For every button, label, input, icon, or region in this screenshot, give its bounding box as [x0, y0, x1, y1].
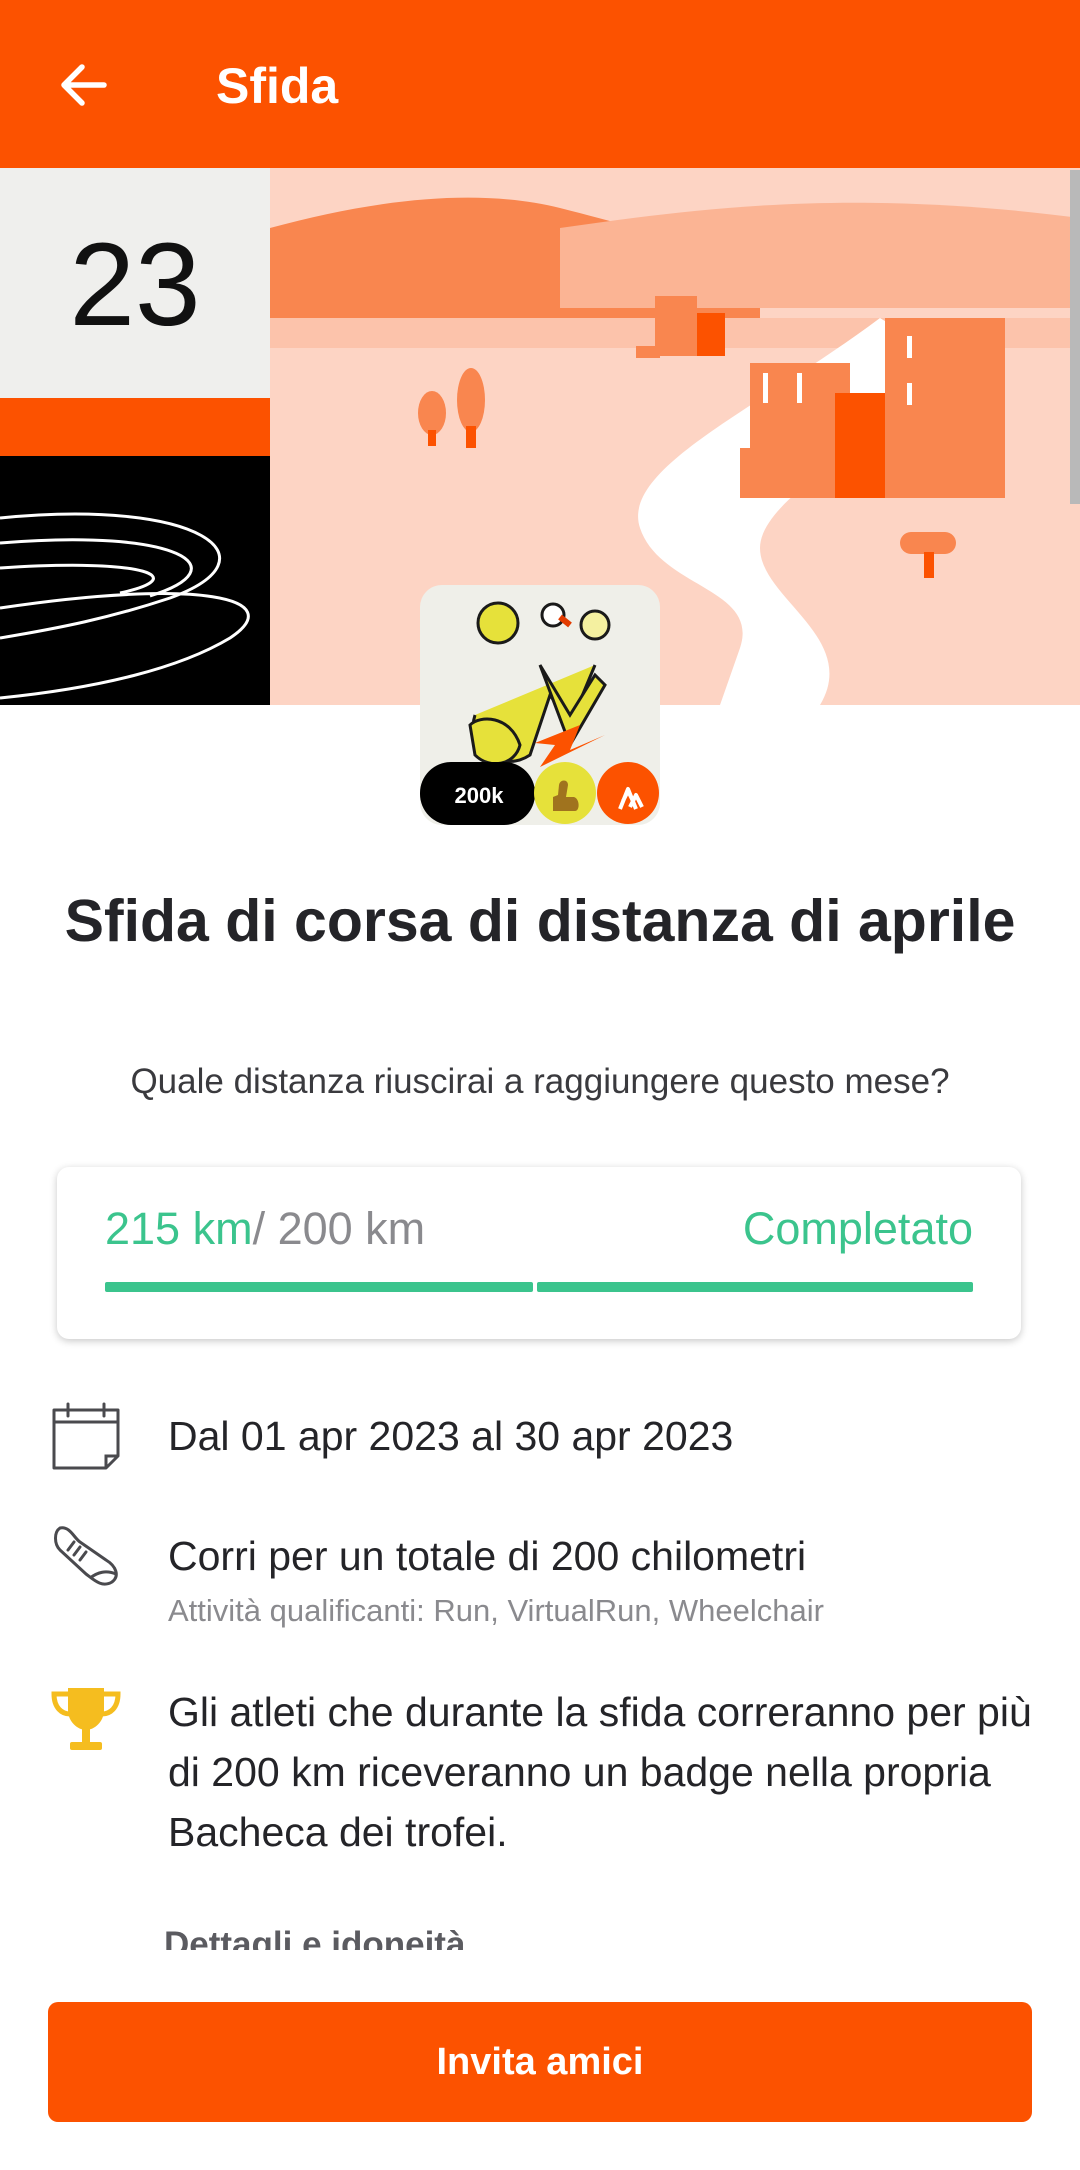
dates-text: Dal 01 apr 2023 al 30 apr 2023: [168, 1413, 734, 1459]
hero-calendar-day: 23: [69, 219, 200, 351]
badge-label: 200k: [454, 783, 504, 808]
running-shoe-icon: [48, 1518, 124, 1594]
scrollbar-thumb[interactable]: [1070, 170, 1080, 504]
challenge-title: Sfida di corsa di distanza di aprile: [64, 888, 1016, 954]
trophy-icon: [48, 1682, 124, 1758]
progress-goal: / 200 km: [252, 1203, 426, 1254]
calendar-icon: [48, 1398, 124, 1474]
progress-distance: 215 km/ 200 km: [105, 1199, 425, 1259]
page-title: Sfida: [216, 58, 339, 114]
progress-current: 215 km: [105, 1203, 253, 1254]
back-button[interactable]: [46, 47, 122, 123]
challenge-badge: 200k: [420, 585, 660, 825]
goal-text: Corri per un totale di 200 chilometri: [168, 1533, 807, 1579]
progress-bar-segment-2: [537, 1282, 973, 1292]
arrow-left-icon: [61, 64, 107, 106]
challenge-subtitle: Quale distanza riuscirai a raggiungere q…: [130, 1062, 950, 1101]
reward-text: Gli atleti che durante la sfida correran…: [168, 1689, 1032, 1855]
progress-status: Completato: [742, 1203, 973, 1254]
invite-friends-button[interactable]: Invita amici: [48, 2002, 1032, 2122]
progress-card: 215 km/ 200 km Completato: [57, 1167, 1021, 1339]
goal-qualifying-activities: Attività qualificanti: Run, VirtualRun, …: [168, 1593, 824, 1628]
details-eligibility-link[interactable]: Dettagli e idoneità: [164, 1920, 465, 1950]
app-bar: Sfida: [0, 0, 1080, 168]
progress-bar-segment-1: [105, 1282, 533, 1292]
